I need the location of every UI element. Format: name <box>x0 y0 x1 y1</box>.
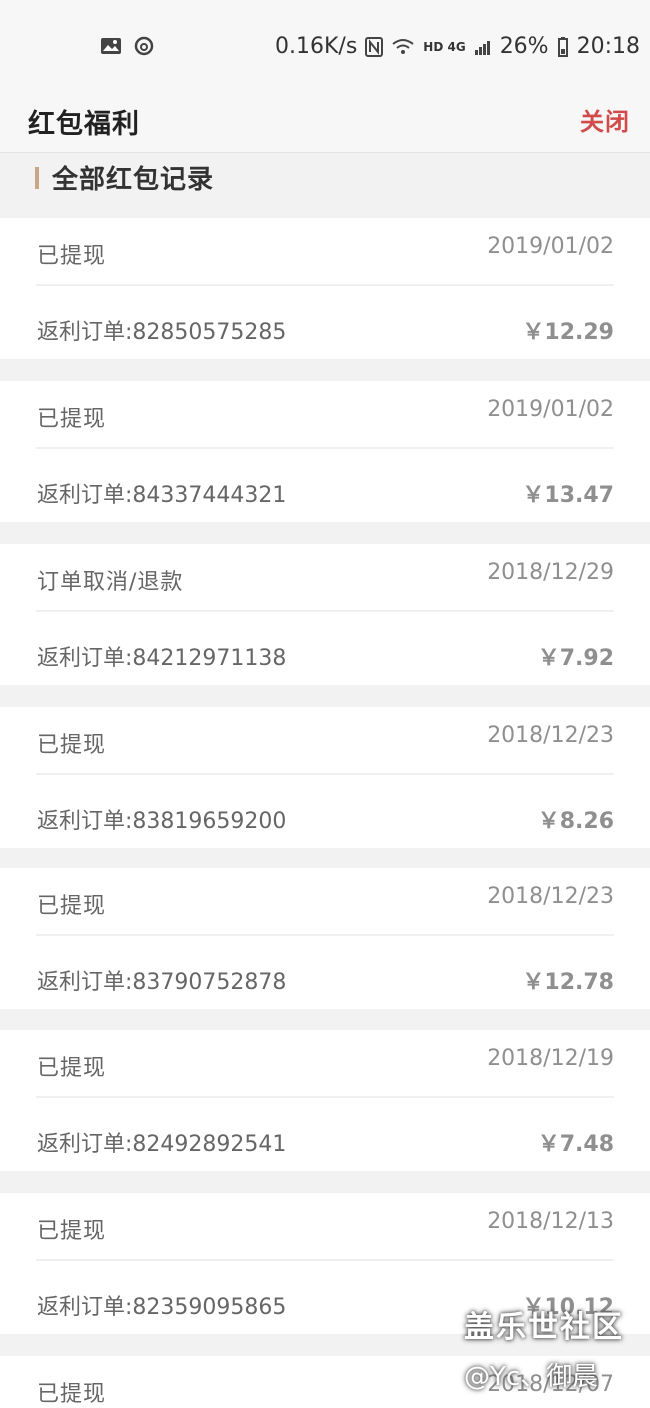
record-card[interactable]: 已提现 2018/12/07 <box>0 1356 650 1408</box>
clock: 20:18 <box>576 34 640 59</box>
record-date: 2018/12/19 <box>487 1046 614 1071</box>
record-status: 已提现 <box>37 407 107 432</box>
section-accent-bar <box>35 167 39 189</box>
record-card[interactable]: 已提现 2018/12/13 返利订单:82359095865 ￥10.12 <box>0 1193 650 1334</box>
record-order: 返利订单:82850575285 <box>37 320 287 345</box>
record-status: 已提现 <box>37 244 107 269</box>
record-card[interactable]: 已提现 2019/01/02 返利订单:84337444321 ￥13.47 <box>0 381 650 522</box>
record-card[interactable]: 订单取消/退款 2018/12/29 返利订单:84212971138 ￥7.9… <box>0 544 650 685</box>
record-amount: ￥8.26 <box>537 809 614 834</box>
record-divider <box>36 284 614 286</box>
nfc-icon <box>365 36 384 57</box>
page-title: 红包福利 <box>28 109 140 140</box>
section-header: 全部红包记录 <box>0 153 650 217</box>
record-card[interactable]: 已提现 2019/01/02 返利订单:82850575285 ￥12.29 <box>0 218 650 359</box>
record-status: 已提现 <box>37 894 107 919</box>
record-order: 返利订单:82492892541 <box>37 1132 287 1157</box>
record-amount: ￥7.92 <box>537 646 614 671</box>
record-card[interactable]: 已提现 2018/12/19 返利订单:82492892541 ￥7.48 <box>0 1030 650 1171</box>
record-order: 返利订单:84212971138 <box>37 646 287 671</box>
record-status: 已提现 <box>37 733 107 758</box>
system-status: 0.16K/s HD 4G 26% 20:18 <box>275 34 640 59</box>
record-divider <box>36 610 614 612</box>
record-date: 2018/12/29 <box>487 560 614 585</box>
wifi-icon <box>391 38 415 56</box>
battery-percent: 26% <box>499 34 549 59</box>
record-divider <box>36 773 614 775</box>
record-amount: ￥12.29 <box>522 320 614 345</box>
record-order: 返利订单:83790752878 <box>37 970 287 995</box>
record-status: 订单取消/退款 <box>37 570 184 595</box>
record-date: 2018/12/07 <box>487 1372 614 1397</box>
record-order: 返利订单:83819659200 <box>37 809 287 834</box>
record-amount: ￥10.12 <box>522 1295 614 1320</box>
record-date: 2018/12/13 <box>487 1209 614 1234</box>
record-amount: ￥13.47 <box>522 483 614 508</box>
section-title: 全部红包记录 <box>52 165 215 195</box>
record-order: 返利订单:82359095865 <box>37 1295 287 1320</box>
image-icon <box>100 37 122 55</box>
record-divider <box>36 447 614 449</box>
network-speed: 0.16K/s <box>275 34 358 59</box>
record-date: 2018/12/23 <box>487 723 614 748</box>
record-date: 2019/01/02 <box>487 397 614 422</box>
record-card[interactable]: 已提现 2018/12/23 返利订单:83819659200 ￥8.26 <box>0 707 650 848</box>
record-divider <box>36 934 614 936</box>
record-amount: ￥12.78 <box>522 970 614 995</box>
close-button[interactable]: 关闭 <box>580 102 630 137</box>
record-date: 2018/12/23 <box>487 884 614 909</box>
status-bar: 0.16K/s HD 4G 26% 20:18 <box>0 0 650 96</box>
record-status: 已提现 <box>37 1382 107 1407</box>
hd-4g-label: HD 4G <box>423 39 466 54</box>
record-amount: ￥7.48 <box>537 1132 614 1157</box>
record-status: 已提现 <box>37 1056 107 1081</box>
record-order: 返利订单:84337444321 <box>37 483 287 508</box>
record-date: 2019/01/02 <box>487 234 614 259</box>
signal-icon <box>474 38 492 56</box>
netease-music-icon <box>134 36 154 56</box>
record-divider <box>36 1259 614 1261</box>
app-header: 红包福利 关闭 <box>0 96 650 153</box>
notification-icons <box>100 36 154 56</box>
record-status: 已提现 <box>37 1219 107 1244</box>
record-card[interactable]: 已提现 2018/12/23 返利订单:83790752878 ￥12.78 <box>0 868 650 1009</box>
battery-icon <box>557 36 569 57</box>
record-divider <box>36 1096 614 1098</box>
